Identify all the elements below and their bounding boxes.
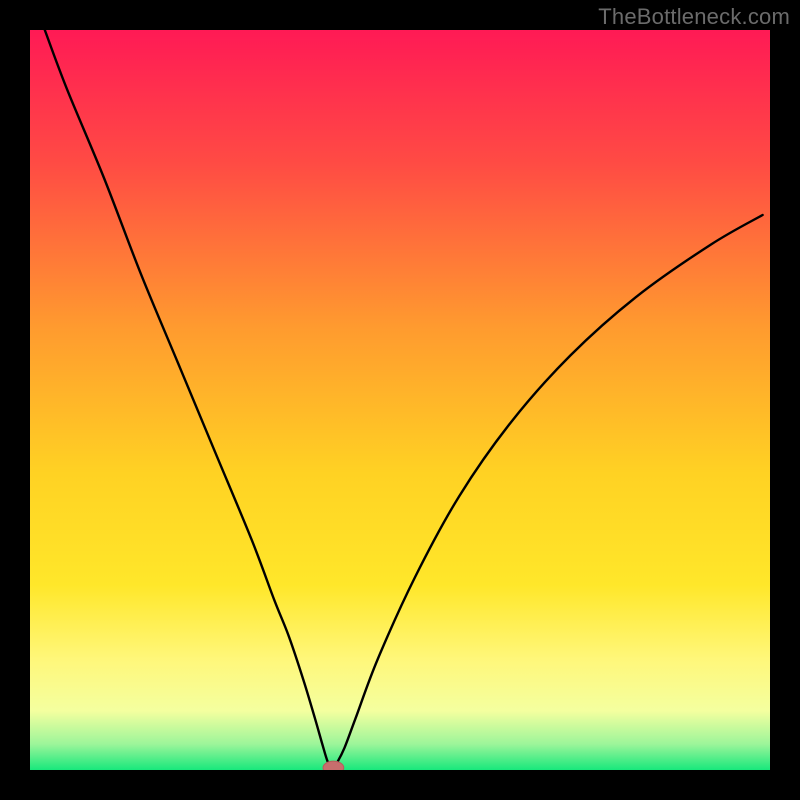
watermark-text: TheBottleneck.com xyxy=(598,4,790,30)
gradient-background xyxy=(30,30,770,770)
chart-frame: TheBottleneck.com xyxy=(0,0,800,800)
minimum-marker xyxy=(323,761,344,770)
plot-area xyxy=(30,30,770,770)
chart-svg xyxy=(30,30,770,770)
